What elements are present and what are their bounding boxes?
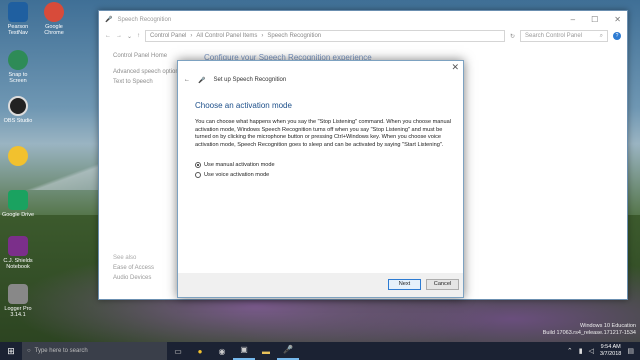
advanced-speech-options-link[interactable]: Advanced speech options	[113, 67, 182, 77]
desktop-icon-label: OBS Studio	[3, 118, 33, 124]
window-titlebar[interactable]: 🎤 Speech Recognition – ☐ ✕	[99, 11, 627, 28]
task-view-icon[interactable]: ▭	[167, 347, 189, 356]
address-row: ← → ⌄ ↑ Control Panel › All Control Panel…	[99, 28, 627, 44]
option-label: Use manual activation mode	[204, 162, 275, 168]
watermark-build: Build 17063.rs4_release.171217-1534	[542, 329, 636, 336]
desktop-icon-label: Logger Pro 3.14.1	[4, 306, 32, 318]
breadcrumb-item[interactable]: Control Panel	[150, 33, 186, 39]
google-drive-icon	[8, 190, 28, 210]
breadcrumb-item[interactable]: All Control Panel Items	[196, 33, 257, 39]
onenote-icon	[8, 236, 28, 256]
setup-dialog: ← 🎤 Set up Speech Recognition ✕ Choose a…	[177, 60, 464, 298]
dialog-back-icon[interactable]: ←	[184, 77, 190, 83]
activation-options: Use manual activation mode Use voice act…	[195, 160, 275, 180]
search-input[interactable]: Search Control Panel ⌕	[520, 30, 608, 42]
volume-icon[interactable]: ◁	[589, 347, 594, 355]
desktop-icon-onenote[interactable]: C.J. Shields Notebook	[0, 236, 36, 270]
option-label: Use voice activation mode	[204, 172, 270, 178]
pearson-testnav-icon	[8, 2, 28, 22]
radio-voice[interactable]	[195, 172, 201, 178]
left-nav: Control Panel Home Advanced speech optio…	[113, 51, 182, 87]
see-also: See also Ease of Access Audio Devices	[113, 253, 154, 283]
explorer-icon[interactable]: ▬	[255, 347, 277, 356]
search-icon: ○	[27, 348, 31, 354]
taskbar-search[interactable]: ○ Type here to search	[22, 342, 167, 360]
audio-devices-link[interactable]: Audio Devices	[113, 273, 154, 283]
voice-activation-option[interactable]: Use voice activation mode	[195, 170, 275, 180]
close-icon[interactable]: ✕	[614, 15, 621, 24]
windows-start-icon[interactable]: ⊞	[0, 346, 22, 357]
cancel-button[interactable]: Cancel	[426, 279, 459, 290]
desktop-icon-obs[interactable]: OBS Studio	[0, 96, 36, 124]
text-to-speech-link[interactable]: Text to Speech	[113, 77, 182, 87]
help-icon[interactable]: ?	[613, 32, 621, 40]
desktop-icon-chrome[interactable]	[0, 146, 36, 168]
taskbar: ⊞ ○ Type here to search ▭ ● ◉ ▣ ▬ 🎤 ⌃ ▮ …	[0, 342, 640, 360]
speech-recognition-icon: 🎤	[198, 77, 206, 84]
close-icon[interactable]: ✕	[451, 62, 459, 73]
chrome-icon	[8, 146, 28, 166]
desktop-icon-pearson[interactable]: Pearson TestNav	[0, 2, 36, 36]
notification-icon[interactable]: ▤	[627, 347, 634, 355]
desktop-icon-logger[interactable]: Logger Pro 3.14.1	[0, 284, 36, 318]
clock[interactable]: 9:54 AM 3/7/2018	[600, 344, 621, 358]
search-placeholder: Search Control Panel	[525, 33, 583, 39]
network-icon[interactable]: ▮	[579, 347, 583, 355]
dialog-title: Set up Speech Recognition	[213, 77, 287, 83]
microphone-icon[interactable]: 🎤	[277, 342, 299, 360]
desktop-icon-snap[interactable]: Snap to Screen	[0, 50, 36, 84]
dialog-header: ← 🎤 Set up Speech Recognition	[178, 69, 463, 91]
obs-icon[interactable]: ◉	[211, 347, 233, 356]
back-icon[interactable]: ←	[105, 33, 111, 39]
refresh-icon[interactable]: ↻	[510, 33, 515, 40]
desktop-icon-label: Google Chrome	[44, 24, 64, 36]
desktop-icon-drive[interactable]: Google Drive	[0, 190, 36, 218]
desktop-icon-label: Snap to Screen	[8, 72, 28, 84]
see-also-label: See also	[113, 255, 137, 261]
recent-dropdown-icon[interactable]: ⌄	[127, 33, 132, 40]
maximize-icon[interactable]: ☐	[591, 15, 598, 24]
dialog-footer: Next Cancel	[178, 273, 463, 297]
radio-manual[interactable]	[195, 162, 201, 168]
up-icon[interactable]: ↑	[137, 33, 140, 39]
minimize-icon[interactable]: –	[571, 15, 575, 24]
desktop-icon-label: C.J. Shields Notebook	[3, 258, 33, 270]
manual-activation-option[interactable]: Use manual activation mode	[195, 160, 275, 170]
tray-chevron-icon[interactable]: ⌃	[567, 347, 573, 355]
control-panel-home-link[interactable]: Control Panel Home	[113, 51, 182, 61]
breadcrumb-item[interactable]: Speech Recognition	[267, 33, 321, 39]
taskbar-search-placeholder: Type here to search	[34, 348, 88, 354]
chrome-icon	[44, 2, 64, 22]
ease-of-access-link[interactable]: Ease of Access	[113, 263, 154, 273]
chrome-icon[interactable]: ●	[189, 347, 211, 356]
control-panel-icon[interactable]: ▣	[233, 342, 255, 360]
forward-icon[interactable]: →	[116, 33, 122, 39]
address-bar[interactable]: Control Panel › All Control Panel Items › …	[145, 30, 505, 42]
window-title: Speech Recognition	[117, 16, 172, 23]
obs-icon	[8, 96, 28, 116]
search-icon: ⌕	[599, 32, 603, 39]
logger-pro-icon	[8, 284, 28, 304]
desktop-icon-label: Google Drive	[1, 212, 35, 218]
next-button[interactable]: Next	[388, 279, 421, 290]
desktop-icon-label: Pearson TestNav	[7, 24, 29, 36]
clock-date: 3/7/2018	[599, 351, 622, 357]
system-tray: ⌃ ▮ ◁ 9:54 AM 3/7/2018 ▤	[567, 344, 640, 358]
clock-time: 9:54 AM	[600, 344, 621, 350]
desktop-icon-chrome-top[interactable]: Google Chrome	[36, 2, 72, 36]
speech-recognition-icon: 🎤	[105, 17, 113, 23]
dialog-heading: Choose an activation mode	[195, 101, 292, 110]
windows-watermark: Windows 10 Education Build 17063.rs4_rel…	[543, 323, 636, 336]
dialog-description: You can choose what happens when you say…	[195, 119, 451, 148]
snap-icon	[8, 50, 28, 70]
